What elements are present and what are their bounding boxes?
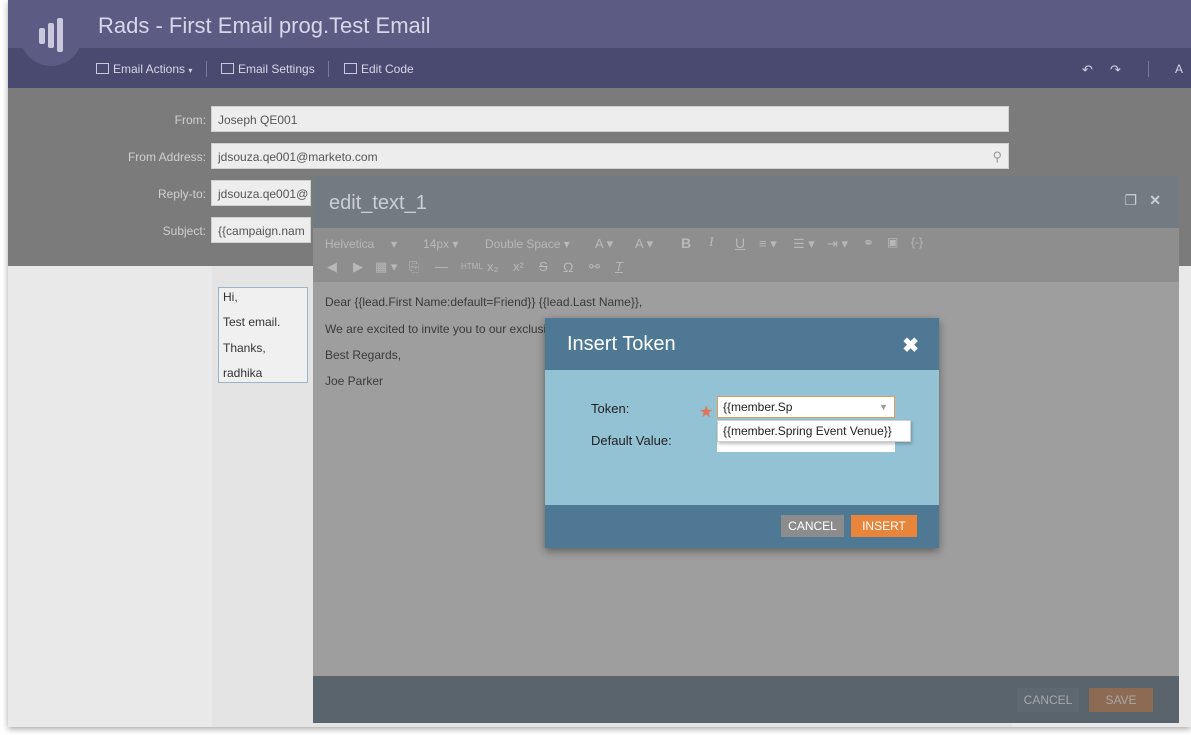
highlight-color-icon[interactable]: A ▾	[635, 236, 653, 252]
editor-header: edit_text_1 ❐ ✕	[313, 176, 1179, 228]
bookmark-icon[interactable]: ⎘	[409, 259, 419, 275]
token-icon[interactable]: {-}	[911, 235, 923, 249]
horizontal-rule-icon[interactable]: —	[435, 259, 448, 274]
subject-field[interactable]: {{campaign.nam	[211, 217, 311, 243]
from-address-field[interactable]: jdsouza.qe001@marketo.com ⚲	[211, 143, 1009, 169]
code-icon	[344, 63, 357, 74]
edit-code-button[interactable]: Edit Code	[344, 62, 414, 76]
editable-text-region[interactable]: Hi, Test email. Thanks, radhika	[218, 287, 308, 383]
insert-token-dialog: Insert Token ✖ Token: ★ {{member.Sp ▼ De…	[545, 318, 939, 548]
toolbar-overflow-label[interactable]: A	[1175, 62, 1183, 76]
html-icon[interactable]: HTML	[461, 262, 483, 271]
marketo-logo-icon[interactable]	[20, 4, 82, 66]
required-asterisk-icon: ★	[699, 404, 714, 421]
superscript-icon[interactable]: x²	[513, 259, 524, 274]
email-actions-menu[interactable]: Email Actions ▾	[96, 62, 192, 76]
dialog-body: Token: ★ {{member.Sp ▼ Default Value: {{…	[545, 370, 939, 505]
preview-line: Test email.	[223, 315, 281, 329]
subscript-icon[interactable]: x₂	[487, 259, 499, 274]
token-input[interactable]: {{member.Sp ▼	[717, 396, 895, 418]
bullet-list-icon[interactable]: ☰ ▾	[793, 236, 815, 252]
from-label: From:	[174, 113, 206, 127]
token-label: Token:	[591, 401, 630, 416]
editor-line: Best Regards,	[325, 348, 402, 362]
subject-label: Subject:	[162, 224, 206, 238]
editor-line: Dear {{lead.First Name:default=Friend}} …	[325, 295, 643, 309]
chevron-down-icon: ▾	[188, 66, 193, 75]
redo-icon[interactable]: ▶	[353, 259, 363, 275]
token-suggestion-item[interactable]: {{member.Spring Event Venue}}	[717, 420, 911, 442]
editor-line: We are excited to invite you to our excl…	[325, 322, 547, 336]
align-icon[interactable]: ≡ ▾	[759, 236, 777, 252]
envelope-icon	[96, 63, 109, 74]
font-size-select[interactable]: 14px ▾	[423, 237, 458, 251]
editor-footer: CANCEL SAVE	[313, 676, 1179, 723]
text-color-icon[interactable]: A ▾	[595, 236, 613, 252]
dialog-header: Insert Token ✖	[545, 318, 939, 370]
preview-line: radhika	[223, 366, 263, 380]
page-title: Rads - First Email prog.Test Email	[98, 13, 431, 38]
dialog-title: Insert Token	[567, 333, 676, 355]
preview-line: Thanks,	[223, 341, 266, 355]
bold-icon[interactable]: B	[681, 235, 691, 251]
strikethrough-icon[interactable]: S	[539, 259, 548, 274]
settings-envelope-icon	[221, 63, 234, 74]
editor-title: edit_text_1	[329, 192, 427, 214]
special-char-icon[interactable]: Ω	[563, 259, 573, 275]
line-spacing-select[interactable]: Double Space ▾	[485, 237, 570, 251]
title-bar: Rads - First Email prog.Test Email	[8, 0, 1191, 48]
font-family-select[interactable]: Helvetica ▾	[325, 237, 397, 251]
insert-button[interactable]: INSERT	[851, 515, 917, 537]
token-picker-icon[interactable]: ⚲	[992, 144, 1002, 170]
undo-icon[interactable]: ↶	[1082, 62, 1093, 78]
editor-save-button[interactable]: SAVE	[1089, 688, 1153, 712]
underline-icon[interactable]: U	[735, 235, 745, 251]
toolbar-divider	[328, 61, 329, 77]
close-icon[interactable]: ✕	[1149, 192, 1161, 209]
maximize-icon[interactable]: ❐	[1124, 192, 1137, 209]
indent-icon[interactable]: ⇥ ▾	[827, 236, 848, 252]
reply-to-field[interactable]: jdsouza.qe001@	[211, 180, 311, 206]
editor-toolbar: Helvetica ▾ 14px ▾ Double Space ▾ A ▾ A …	[313, 228, 1179, 282]
email-toolbar: Email Actions ▾ Email Settings Edit Code…	[8, 48, 1191, 88]
preview-line: Hi,	[223, 290, 238, 304]
undo-icon[interactable]: ◀	[327, 259, 337, 275]
from-address-label: From Address:	[127, 150, 206, 164]
find-icon[interactable]: ⚯	[589, 259, 600, 275]
toolbar-divider	[1148, 61, 1149, 77]
clear-format-icon[interactable]: T	[615, 259, 623, 274]
dialog-footer: CANCEL INSERT	[545, 505, 939, 548]
from-field[interactable]: Joseph QE001	[211, 106, 1009, 132]
default-value-label: Default Value:	[591, 433, 672, 448]
chevron-down-icon[interactable]: ▼	[879, 397, 888, 417]
editor-cancel-button[interactable]: CANCEL	[1017, 688, 1079, 712]
redo-icon[interactable]: ↷	[1110, 62, 1121, 78]
link-icon[interactable]: ⚭	[863, 235, 874, 251]
dialog-cancel-button[interactable]: CANCEL	[781, 515, 844, 537]
close-icon[interactable]: ✖	[902, 333, 919, 358]
italic-icon[interactable]: I	[709, 235, 714, 251]
email-settings-button[interactable]: Email Settings	[221, 62, 315, 76]
toolbar-divider	[206, 61, 207, 77]
editor-line: Joe Parker	[325, 374, 384, 388]
table-icon[interactable]: ▦ ▾	[375, 259, 397, 275]
image-icon[interactable]: ▣	[887, 235, 898, 249]
reply-to-label: Reply-to:	[157, 187, 206, 201]
